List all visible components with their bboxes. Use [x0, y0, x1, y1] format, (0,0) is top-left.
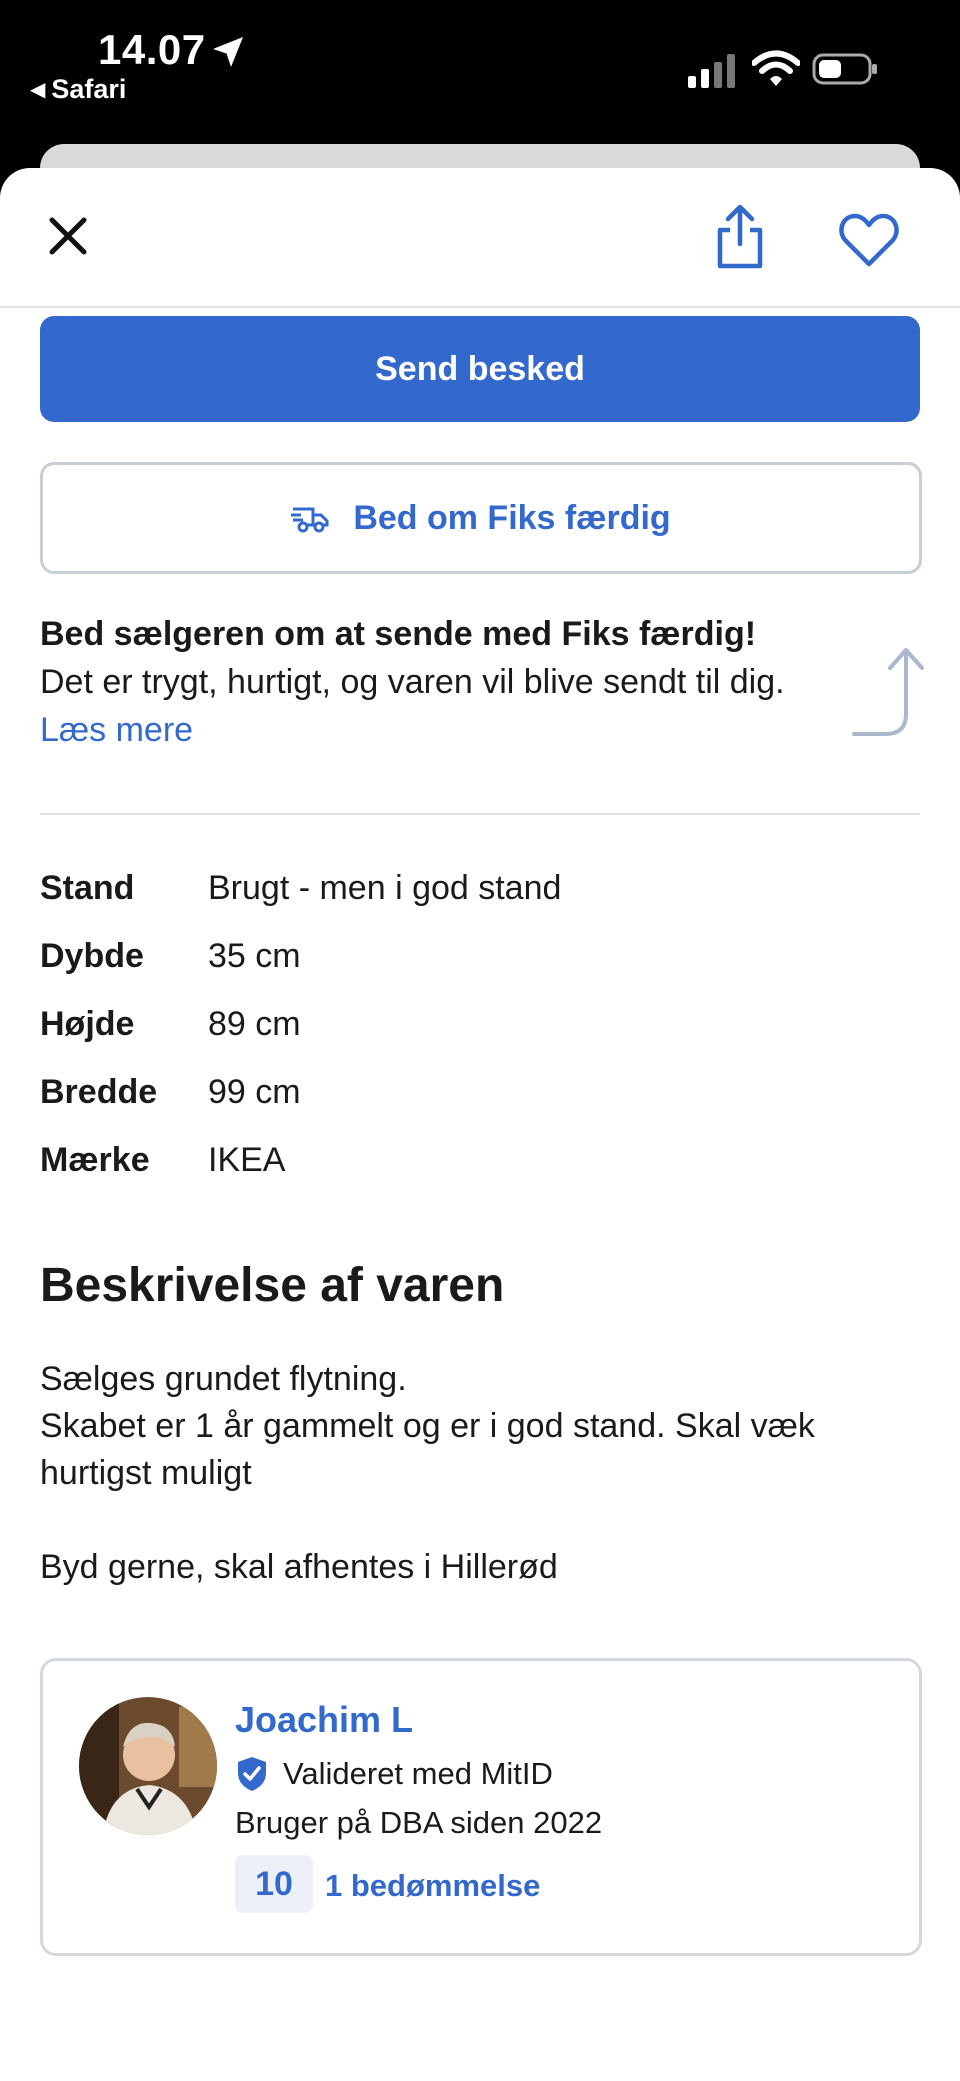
section-divider: [40, 813, 920, 815]
description-line: Skabet er 1 år gammelt og er i god stand…: [40, 1407, 815, 1492]
spec-value: 35 cm: [208, 936, 301, 975]
spec-label: Stand: [40, 868, 135, 907]
description-body: Sælges grundet flytning. Skabet er 1 år …: [40, 1356, 920, 1591]
signal-icon: [688, 54, 735, 88]
description-line: Sælges grundet flytning.: [40, 1360, 407, 1398]
description-heading: Beskrivelse af varen: [40, 1259, 505, 1312]
send-message-button[interactable]: Send besked: [40, 316, 920, 422]
spec-value: IKEA: [208, 1140, 286, 1179]
promo-body: Det er trygt, hurtigt, og varen vil bliv…: [40, 663, 785, 701]
curved-arrow-icon: [852, 648, 924, 736]
top-bar: [0, 168, 960, 308]
spec-label: Højde: [40, 1004, 135, 1043]
truck-icon: [291, 507, 329, 533]
spec-value: Brugt - men i god stand: [208, 868, 562, 907]
spec-label: Dybde: [40, 936, 144, 975]
share-icon[interactable]: [712, 204, 768, 270]
back-app-label: Safari: [51, 74, 127, 104]
spec-label: Mærke: [40, 1140, 150, 1179]
fiks-promo: Bed sælgeren om at sende med Fiks færdig…: [40, 610, 840, 754]
spec-list: Stand Brugt - men i god stand Dybde 35 c…: [40, 854, 920, 1194]
spec-value: 89 cm: [208, 1004, 301, 1043]
seller-name[interactable]: Joachim L: [235, 1699, 413, 1741]
request-fiks-label: Bed om Fiks færdig: [353, 498, 671, 537]
read-more-link[interactable]: Læs mere: [40, 711, 193, 749]
status-bar: 14.07 ◀ Safari: [0, 0, 960, 140]
description-line: Byd gerne, skal afhentes i Hillerød: [40, 1548, 558, 1586]
verified-text: Valideret med MitID: [283, 1756, 553, 1791]
wifi-icon: [752, 50, 800, 86]
back-triangle-icon: ◀: [30, 79, 46, 101]
promo-title: Bed sælgeren om at sende med Fiks færdig…: [40, 615, 757, 653]
heart-icon[interactable]: [838, 212, 900, 268]
verified-badge: Valideret med MitID: [235, 1755, 553, 1793]
spec-value: 99 cm: [208, 1072, 301, 1111]
member-since: Bruger på DBA siden 2022: [235, 1805, 603, 1840]
shield-check-icon: [238, 1757, 266, 1791]
request-fiks-button[interactable]: Bed om Fiks færdig: [40, 462, 922, 574]
location-arrow-icon: [213, 37, 243, 67]
spec-row-maerke: Mærke IKEA: [40, 1126, 920, 1194]
back-to-app-link[interactable]: ◀ Safari: [30, 74, 126, 105]
seller-card[interactable]: Joachim L Valideret med MitID Bruger på …: [40, 1658, 922, 1956]
status-time: 14.07: [98, 26, 206, 73]
ratings-link[interactable]: 1 bedømmelse: [325, 1868, 540, 1904]
spec-row-bredde: Bredde 99 cm: [40, 1058, 920, 1126]
avatar[interactable]: [79, 1697, 217, 1835]
spec-row-dybde: Dybde 35 cm: [40, 922, 920, 990]
spec-label: Bredde: [40, 1072, 158, 1111]
listing-detail-sheet: Send besked Bed om Fiks færdig Bed sælge…: [0, 168, 960, 2081]
rating-score: 10: [235, 1855, 313, 1913]
spec-row-stand: Stand Brugt - men i god stand: [40, 854, 920, 922]
close-icon[interactable]: [46, 214, 90, 258]
battery-icon: [812, 53, 877, 85]
spec-row-hojde: Højde 89 cm: [40, 990, 920, 1058]
